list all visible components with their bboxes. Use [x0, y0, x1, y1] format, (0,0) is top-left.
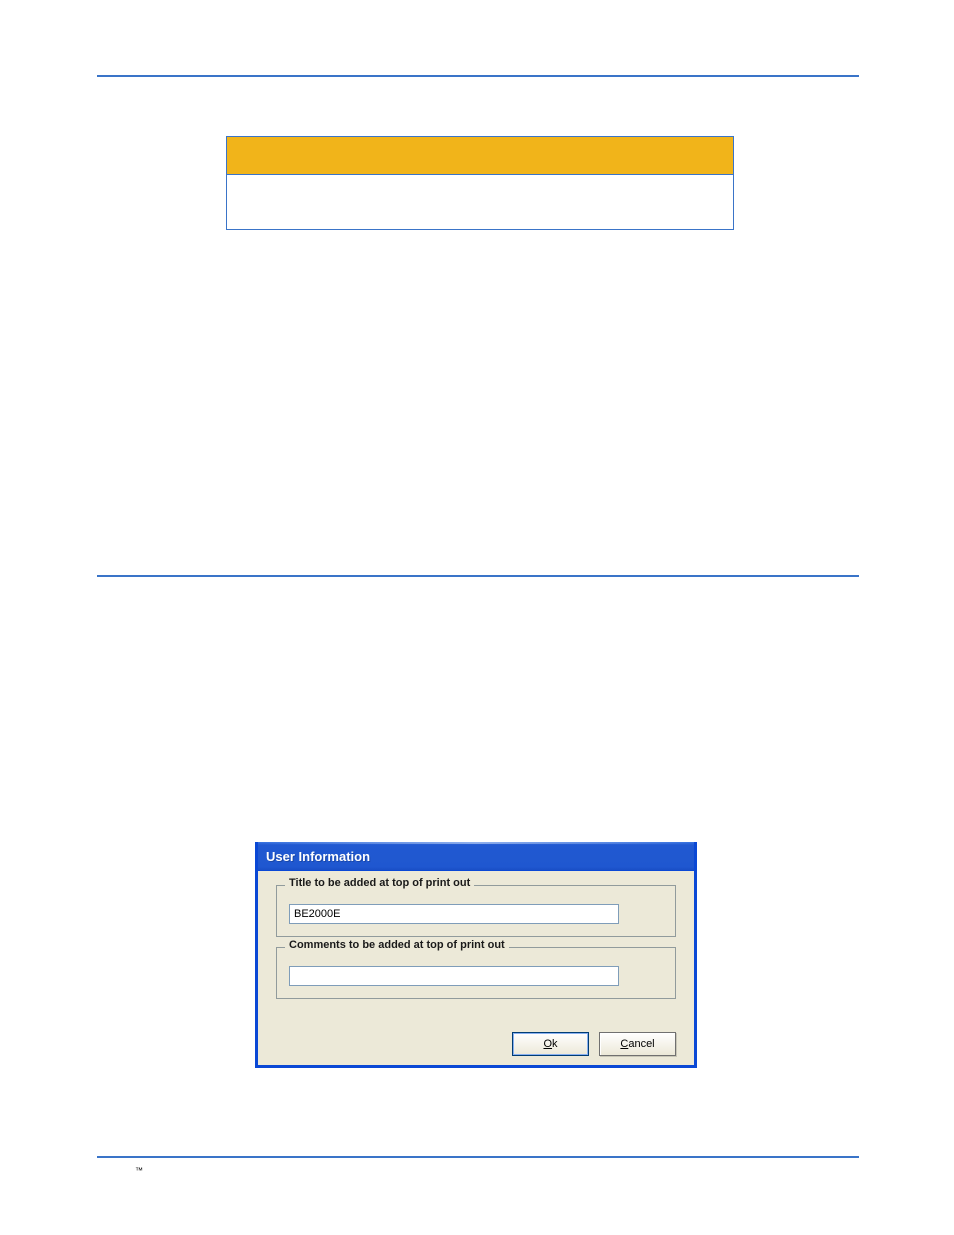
cancel-rest: ancel: [628, 1038, 654, 1050]
comments-group-legend: Comments to be added at top of print out: [285, 939, 509, 951]
cancel-accel: C: [620, 1038, 628, 1050]
dialog-client-area: Title to be added at top of print out Co…: [258, 871, 694, 1066]
dialog-title: User Information: [266, 849, 370, 864]
divider-mid: [97, 575, 859, 577]
comments-input[interactable]: [289, 966, 619, 986]
ok-accel: O: [543, 1038, 552, 1050]
ok-rest: k: [552, 1038, 558, 1050]
dialog-button-row: Ok Cancel: [512, 1032, 676, 1056]
ok-button[interactable]: Ok: [512, 1032, 589, 1056]
divider-bottom: [97, 1156, 859, 1158]
user-information-dialog: User Information Title to be added at to…: [255, 842, 697, 1068]
title-input[interactable]: [289, 904, 619, 924]
dialog-titlebar[interactable]: User Information: [258, 842, 694, 871]
comments-groupbox: Comments to be added at top of print out: [276, 947, 676, 999]
title-group-legend: Title to be added at top of print out: [285, 877, 474, 889]
cancel-button[interactable]: Cancel: [599, 1032, 676, 1056]
divider-top: [97, 75, 859, 77]
table-header-box: [226, 136, 734, 174]
trademark-symbol: ™: [135, 1166, 143, 1175]
title-groupbox: Title to be added at top of print out: [276, 885, 676, 937]
table-body-box: [226, 174, 734, 230]
